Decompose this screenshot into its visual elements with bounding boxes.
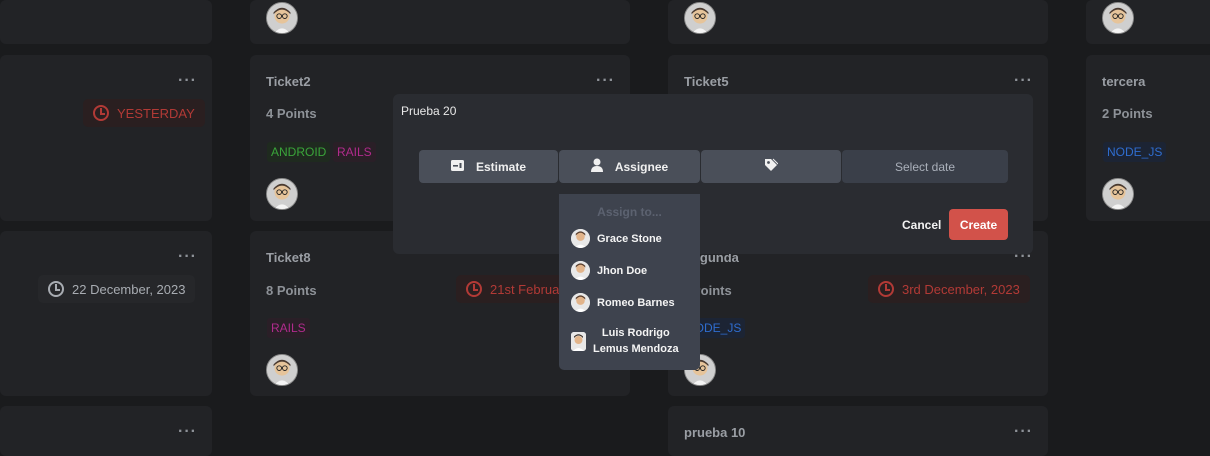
create-ticket-modal: Prueba 20 Estimate Assignee Select date … — [393, 94, 1033, 254]
due-date-badge: YESTERDAY — [83, 99, 205, 127]
avatar — [571, 293, 590, 312]
card-col1-4[interactable]: ··· — [0, 406, 212, 456]
tag-rails: RAILS — [267, 318, 310, 338]
card-title: Ticket2 — [266, 74, 311, 89]
modal-title: Prueba 20 — [401, 104, 457, 118]
avatar — [266, 178, 298, 210]
avatar — [571, 331, 586, 351]
card-segunda[interactable]: Segunda Points ··· 3rd December, 2023 NO… — [668, 231, 1048, 396]
tag-rails: RAILS — [333, 142, 376, 162]
estimate-icon — [450, 159, 464, 174]
tag-icon — [764, 158, 779, 175]
avatar — [571, 261, 590, 280]
card-title: prueba 10 — [684, 425, 746, 440]
assignee-name: Romeo Barnes — [597, 296, 675, 309]
due-date-badge: 21st February — [456, 275, 576, 303]
clock-icon — [878, 281, 894, 297]
assignee-option[interactable]: Jhon Doe — [571, 261, 647, 280]
card-title: Ticket8 — [266, 250, 311, 265]
card-top-col2[interactable] — [250, 0, 630, 44]
assignee-name: Luis Rodrigo — [601, 327, 670, 339]
assignee-option[interactable]: Romeo Barnes — [571, 293, 675, 312]
card-title: Ticket5 — [684, 74, 729, 89]
due-date-badge: 22 December, 2023 — [38, 275, 196, 303]
assignee-name: Lemus Mendoza — [593, 343, 679, 355]
avatar — [684, 2, 716, 34]
date-placeholder: Select date — [894, 159, 956, 174]
avatar — [266, 354, 298, 386]
tag-node: NODE_JS — [1103, 142, 1167, 162]
card-top-col3[interactable] — [668, 0, 1048, 44]
due-date-badge: 3rd December, 2023 — [868, 275, 1030, 303]
card-col1-3[interactable]: ··· 22 December, 2023 — [0, 231, 212, 396]
card-top-col1[interactable] — [0, 0, 212, 44]
card-col1-2[interactable]: ··· YESTERDAY — [0, 55, 212, 221]
card-menu-icon[interactable]: ··· — [178, 73, 197, 89]
card-top-col4[interactable] — [1086, 0, 1210, 44]
date-picker-field[interactable]: Select date — [842, 150, 1008, 183]
avatar — [266, 2, 298, 34]
card-points: 2 Points — [1102, 106, 1153, 121]
user-icon — [590, 158, 603, 175]
assignee-button[interactable]: Assignee — [559, 150, 700, 183]
clock-icon — [466, 281, 482, 297]
card-points: 4 Points — [266, 106, 317, 121]
estimate-button[interactable]: Estimate — [419, 150, 558, 183]
clock-icon — [48, 281, 64, 297]
card-prueba10[interactable]: prueba 10 ··· — [668, 406, 1048, 456]
avatar — [1102, 2, 1134, 34]
assignee-name: Grace Stone — [597, 232, 662, 245]
card-menu-icon[interactable]: ··· — [1014, 249, 1033, 265]
card-menu-icon[interactable]: ··· — [596, 73, 615, 89]
dropdown-header: Assign to... — [597, 205, 662, 219]
assignee-name-multiline: Luis Rodrigo Lemus Mendoza — [593, 325, 679, 357]
card-menu-icon[interactable]: ··· — [178, 424, 197, 440]
card-menu-icon[interactable]: ··· — [1014, 73, 1033, 89]
assignee-option[interactable]: Grace Stone — [571, 229, 662, 248]
avatar — [571, 229, 590, 248]
card-menu-icon[interactable]: ··· — [178, 249, 197, 265]
create-button[interactable]: Create — [949, 209, 1008, 240]
card-tercera[interactable]: tercera 2 Points NODE_JS — [1086, 55, 1210, 221]
card-points: 8 Points — [266, 283, 317, 298]
tag-android: ANDROID — [267, 142, 331, 162]
clock-icon — [93, 105, 109, 121]
avatar — [1102, 178, 1134, 210]
assignee-dropdown: Assign to... Grace Stone Jhon Doe Romeo … — [559, 194, 700, 370]
due-date-text: YESTERDAY — [117, 105, 195, 121]
due-date-text: 22 December, 2023 — [72, 281, 186, 297]
labels-button[interactable] — [701, 150, 841, 183]
due-date-text: 3rd December, 2023 — [902, 281, 1020, 297]
cancel-button[interactable]: Cancel — [902, 218, 941, 232]
assignee-name: Jhon Doe — [597, 264, 648, 277]
card-menu-icon[interactable]: ··· — [1014, 424, 1033, 440]
card-title: tercera — [1102, 74, 1146, 89]
assignee-option[interactable]: Luis Rodrigo Lemus Mendoza — [571, 325, 679, 357]
estimate-label: Estimate — [475, 159, 527, 174]
assignee-label: Assignee — [614, 159, 669, 174]
